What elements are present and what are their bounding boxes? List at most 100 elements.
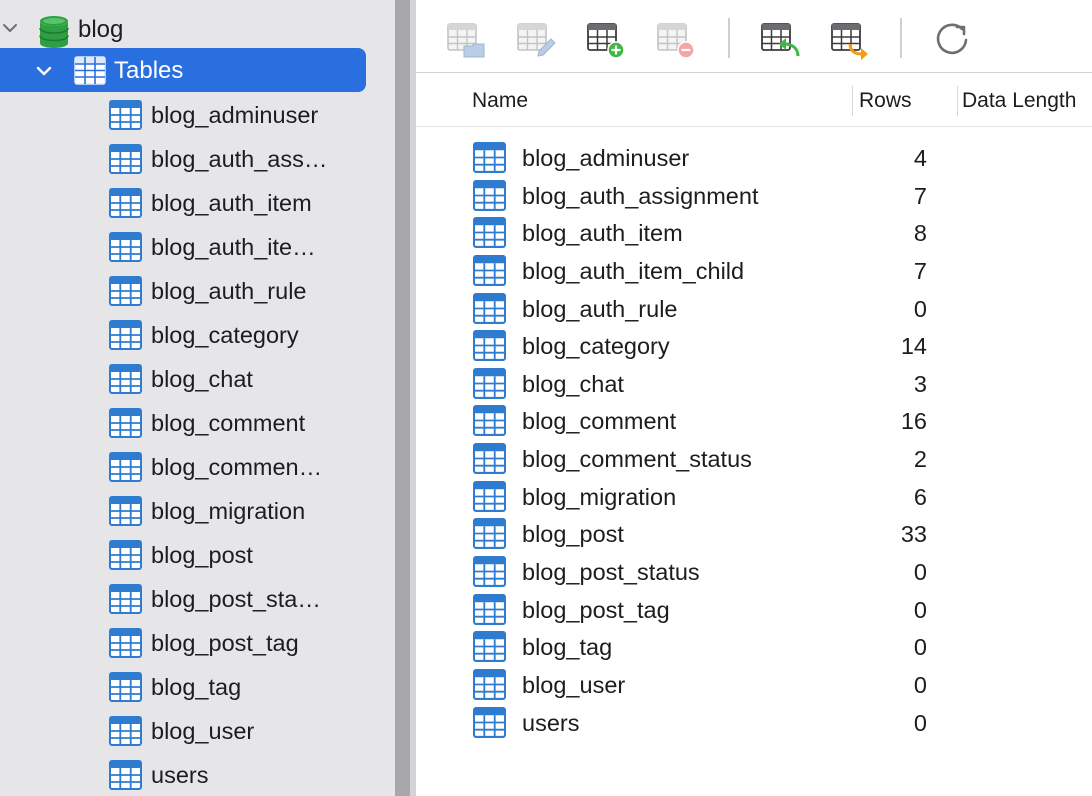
column-divider[interactable] [852,86,853,116]
table-row[interactable]: blog_tag 0 [416,628,1092,666]
table-icon [473,593,506,625]
table-icon [473,217,506,249]
sidebar-table-item[interactable]: blog_adminuser [0,94,389,138]
sidebar-table-item[interactable]: blog_auth_item [0,182,389,226]
table-row[interactable]: blog_post 33 [416,515,1092,553]
table-row-count: 33 [900,521,927,548]
sidebar-table-item[interactable]: blog_migration [0,490,389,534]
table-row[interactable]: blog_adminuser 4 [416,139,1092,177]
table-row[interactable]: blog_post_status 0 [416,553,1092,591]
table-name: blog_auth_item [522,220,683,247]
splitter-handle[interactable] [395,0,410,796]
table-icon [473,706,506,738]
sidebar-table-label: users [151,762,209,788]
table-name: blog_post_status [522,559,700,586]
table-row[interactable]: blog_migration 6 [416,478,1092,516]
table-icon [473,330,506,362]
table-name: blog_comment_status [522,446,752,473]
sidebar-table-item[interactable]: users [0,754,389,796]
table-export-icon[interactable] [830,20,870,60]
database-row[interactable]: blog [0,6,389,50]
table-row-count: 0 [913,671,927,698]
refresh-icon[interactable] [932,20,972,60]
table-icon [473,518,506,550]
table-icon [473,367,506,399]
table-name: blog_auth_assignment [522,182,759,209]
table-icon [109,364,142,394]
table-folder-icon[interactable] [446,20,486,60]
table-row[interactable]: blog_auth_rule 0 [416,290,1092,328]
table-pencil-icon[interactable] [516,20,556,60]
sidebar-table-label: blog_migration [151,498,306,524]
sidebar-table-item[interactable]: blog_category [0,314,389,358]
table-row-count: 0 [913,559,927,586]
table-row-count: 0 [913,709,927,736]
table-name: blog_tag [522,634,613,661]
table-remove-icon[interactable] [656,20,696,60]
table-row-count: 4 [913,145,927,171]
table-name: blog_post_tag [522,596,670,623]
table-row-count: 0 [913,596,927,623]
table-icon [109,716,142,746]
table-icon [473,480,506,512]
table-name: users [522,709,580,736]
column-divider[interactable] [957,86,958,116]
table-name: blog_adminuser [522,145,690,171]
sidebar-table-item[interactable]: blog_post_tag [0,622,389,666]
table-row[interactable]: blog_auth_item 8 [416,214,1092,252]
table-name: blog_user [522,671,626,698]
sidebar-table-list: blog_adminuser blog_auth_ass… blog_auth_… [0,94,389,796]
sidebar-table-label: blog_chat [151,366,253,392]
table-row[interactable]: blog_chat 3 [416,365,1092,403]
table-row[interactable]: blog_auth_item_child 7 [416,252,1092,290]
table-icon [109,760,142,790]
table-row-count: 6 [913,483,927,510]
table-row[interactable]: blog_comment_status 2 [416,440,1092,478]
table-row-count: 2 [913,446,927,473]
column-header-name[interactable]: Name [472,88,528,114]
table-row-count: 8 [913,220,927,247]
tables-group-label: Tables [114,57,184,84]
table-icon [473,631,506,663]
table-row[interactable]: users 0 [416,704,1092,742]
table-icon [109,584,142,614]
table-row[interactable]: blog_category 14 [416,327,1092,365]
table-column-header: Name Rows Data Length [416,74,1092,127]
table-row[interactable]: blog_auth_assignment 7 [416,177,1092,215]
table-row[interactable]: blog_comment 16 [416,402,1092,440]
chevron-down-icon[interactable] [35,62,53,80]
sidebar-table-item[interactable]: blog_post [0,534,389,578]
sidebar-table-item[interactable]: blog_user [0,710,389,754]
sidebar-table-item[interactable]: blog_auth_ite… [0,226,389,270]
table-icon [109,408,142,438]
table-row[interactable]: blog_user 0 [416,666,1092,704]
sidebar-table-item[interactable]: blog_auth_ass… [0,138,389,182]
table-name: blog_post [522,521,624,548]
table-row-count: 16 [900,408,927,435]
sidebar-table-label: blog_post_tag [151,630,299,656]
table-icon [473,292,506,324]
table-icon [473,142,506,173]
table-row[interactable]: blog_post_tag 0 [416,591,1092,629]
sidebar-table-item[interactable]: blog_chat [0,358,389,402]
sidebar-table-item[interactable]: blog_comment [0,402,389,446]
sidebar-table-item[interactable]: blog_commen… [0,446,389,490]
table-name: blog_comment [522,408,677,435]
column-header-data-length[interactable]: Data Length [962,88,1076,114]
table-icon [109,628,142,658]
sidebar-table-label: blog_category [151,322,299,348]
column-header-rows[interactable]: Rows [859,88,912,114]
chevron-down-icon[interactable] [2,20,18,36]
sidebar-table-item[interactable]: blog_auth_rule [0,270,389,314]
table-icon [473,668,506,700]
sidebar-table-item[interactable]: blog_post_sta… [0,578,389,622]
sidebar-tables-group[interactable]: Tables [0,48,366,92]
sidebar-table-item[interactable]: blog_tag [0,666,389,710]
sidebar-table-label: blog_auth_item [151,190,312,216]
table-import-icon[interactable] [760,20,800,60]
sidebar-table-label: blog_adminuser [151,102,319,128]
toolbar [416,0,1092,73]
sidebar-table-label: blog_auth_ass… [151,146,328,172]
table-add-icon[interactable] [586,20,626,60]
table-icon [473,443,506,475]
